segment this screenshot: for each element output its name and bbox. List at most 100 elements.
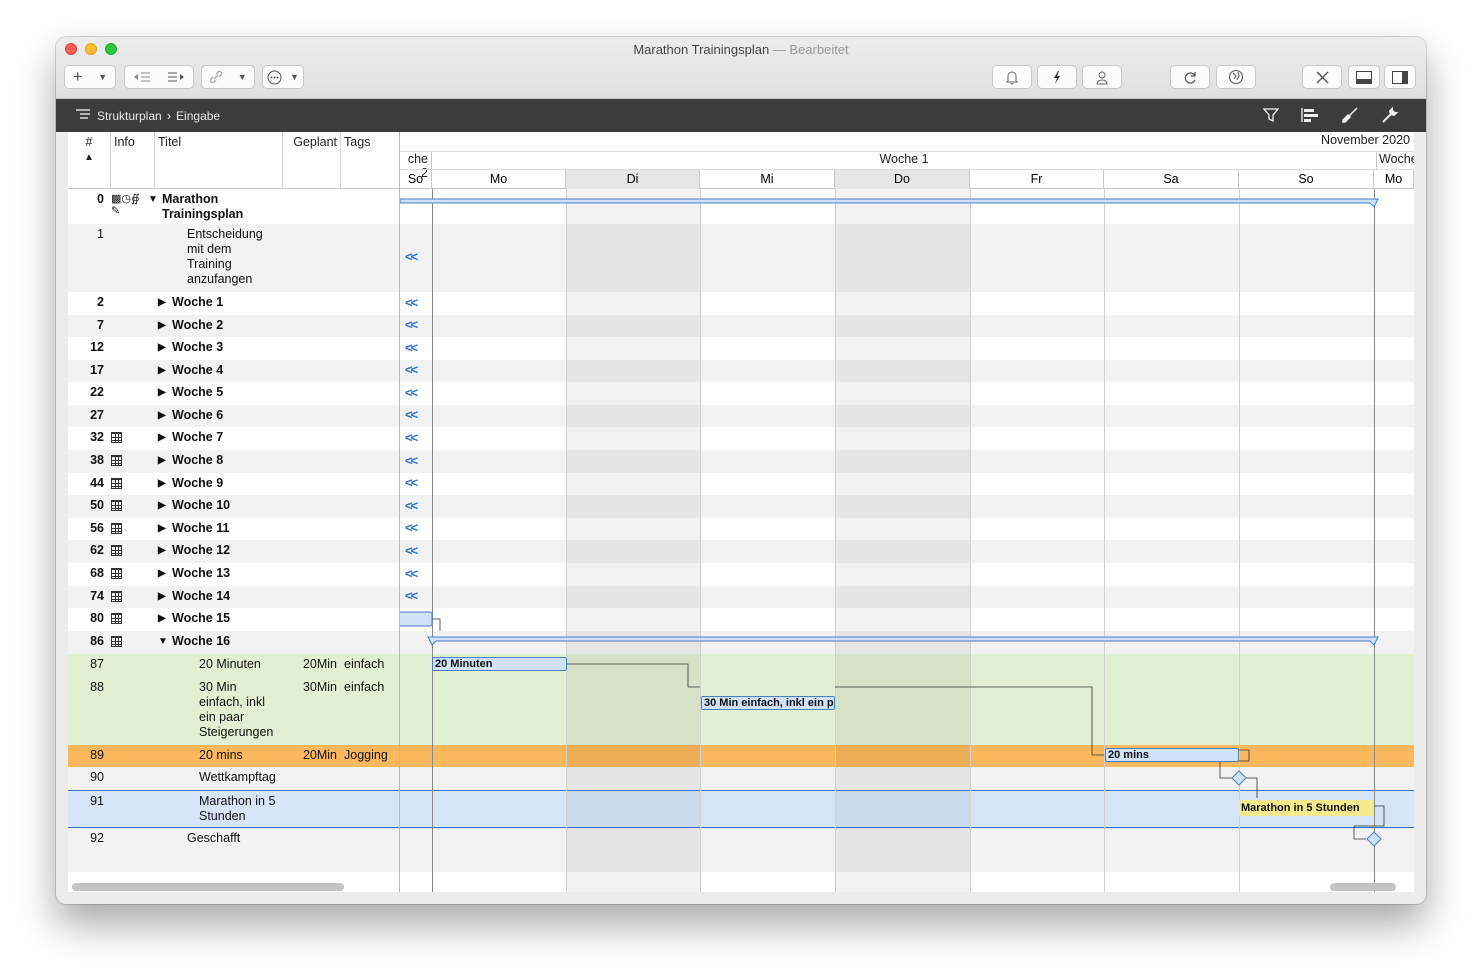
outline-row[interactable]: 0▩◷∯✎▼MarathonTrainingsplan <box>68 189 399 224</box>
outline-row[interactable]: 17▶Woche 4 <box>68 360 399 382</box>
disclosure-collapsed-icon[interactable]: ▶ <box>158 363 168 378</box>
row-planned[interactable]: 20Min <box>283 657 337 671</box>
link-button[interactable]: ▼ <box>201 65 255 89</box>
collapsed-marker-icon[interactable]: << <box>405 249 416 264</box>
style-button[interactable] <box>1299 105 1321 127</box>
outline-row[interactable]: 2▶Woche 1 <box>68 292 399 315</box>
outline-row[interactable]: 56▶Woche 11 <box>68 518 399 540</box>
row-title[interactable]: ▶Woche 4 <box>158 363 223 378</box>
row-title[interactable]: ▶Woche 1 <box>158 295 223 310</box>
outline-row[interactable]: 91Marathon in 5Stunden <box>68 790 399 828</box>
outline-row[interactable]: 8830 Mineinfach, inklein paarSteigerunge… <box>68 677 399 745</box>
inspector-button[interactable] <box>1379 105 1401 127</box>
collapsed-marker-icon[interactable]: << <box>405 588 416 603</box>
row-tags[interactable]: einfach <box>344 657 384 671</box>
indent-group[interactable] <box>124 65 194 89</box>
disclosure-expanded-icon[interactable]: ▼ <box>148 192 158 207</box>
row-title[interactable]: ▶Woche 3 <box>158 340 223 355</box>
row-title[interactable]: Geschafft <box>187 831 240 846</box>
row-title[interactable]: ▶Woche 10 <box>158 498 230 513</box>
disclosure-expanded-icon[interactable]: ▼ <box>158 634 168 649</box>
disclosure-collapsed-icon[interactable]: ▶ <box>158 340 168 355</box>
row-title[interactable]: Wettkampftag <box>199 770 276 785</box>
outline-row[interactable]: 50▶Woche 10 <box>68 495 399 518</box>
disclosure-collapsed-icon[interactable]: ▶ <box>158 543 168 558</box>
row-title[interactable]: ▶Woche 7 <box>158 430 223 445</box>
disclosure-collapsed-icon[interactable]: ▶ <box>158 611 168 626</box>
collapsed-marker-icon[interactable]: << <box>405 385 416 400</box>
row-title[interactable]: 30 Mineinfach, inklein paarSteigerungen <box>199 680 273 740</box>
collapsed-marker-icon[interactable]: << <box>405 566 416 581</box>
outline-row[interactable]: 38▶Woche 8 <box>68 450 399 473</box>
collapsed-marker-icon[interactable]: << <box>405 453 416 468</box>
collapsed-marker-icon[interactable]: << <box>405 317 416 332</box>
column-planned[interactable]: Geplant <box>283 132 341 189</box>
row-title[interactable]: ▼MarathonTrainingsplan <box>148 192 243 222</box>
disclosure-collapsed-icon[interactable]: ▶ <box>158 295 168 310</box>
gantt-horizontal-scrollbar[interactable] <box>1330 883 1396 891</box>
column-title[interactable]: Titel <box>155 132 283 189</box>
toggle-bottom-panel-button[interactable] <box>1348 65 1380 89</box>
share-button[interactable] <box>1216 65 1256 89</box>
outline-row[interactable]: 86▼Woche 16 <box>68 631 399 654</box>
outline-row[interactable]: 8720 Minuten20Mineinfach <box>68 654 399 677</box>
collapsed-marker-icon[interactable]: << <box>405 520 416 535</box>
row-title[interactable]: ▶Woche 8 <box>158 453 223 468</box>
collapsed-marker-icon[interactable]: << <box>405 362 416 377</box>
row-title[interactable]: ▶Woche 11 <box>158 521 229 536</box>
outline-row[interactable]: 74▶Woche 14 <box>68 586 399 608</box>
quick-action-button[interactable] <box>1037 65 1077 89</box>
collapsed-marker-icon[interactable]: << <box>405 475 416 490</box>
row-title[interactable]: Entscheidungmit demTraininganzufangen <box>187 227 263 287</box>
collapsed-marker-icon[interactable]: << <box>405 543 416 558</box>
outline-row[interactable]: 90Wettkampftag <box>68 767 399 790</box>
disclosure-collapsed-icon[interactable]: ▶ <box>158 430 168 445</box>
indent-icon[interactable] <box>167 71 185 83</box>
row-tags[interactable]: Jogging <box>344 748 388 762</box>
row-title[interactable]: ▼Woche 16 <box>158 634 230 649</box>
row-title[interactable]: ▶Woche 6 <box>158 408 223 423</box>
column-number[interactable]: #▲ <box>68 132 111 189</box>
outline-row[interactable]: 7▶Woche 2 <box>68 315 399 337</box>
outline-row[interactable]: 80▶Woche 15 <box>68 608 399 631</box>
add-item-button[interactable]: + ▼ <box>64 65 116 89</box>
filter-button[interactable] <box>1260 105 1282 127</box>
breadcrumb-mode[interactable]: Eingabe <box>176 109 220 123</box>
outline-row[interactable]: 68▶Woche 13 <box>68 563 399 586</box>
task-bar[interactable]: 20 Minuten <box>432 657 567 671</box>
notification-button[interactable] <box>992 65 1032 89</box>
disclosure-collapsed-icon[interactable]: ▶ <box>158 453 168 468</box>
disclosure-collapsed-icon[interactable]: ▶ <box>158 476 168 491</box>
outline-horizontal-scrollbar[interactable] <box>72 883 344 891</box>
row-planned[interactable]: 30Min <box>283 680 337 694</box>
sync-button[interactable] <box>1170 65 1210 89</box>
outline-row[interactable]: 27▶Woche 6 <box>68 405 399 427</box>
row-planned[interactable]: 20Min <box>283 748 337 762</box>
disclosure-collapsed-icon[interactable]: ▶ <box>158 589 168 604</box>
row-title[interactable]: ▶Woche 14 <box>158 589 230 604</box>
disclosure-collapsed-icon[interactable]: ▶ <box>158 521 168 536</box>
outline-row[interactable]: 44▶Woche 9 <box>68 473 399 495</box>
collapsed-marker-icon[interactable]: << <box>405 295 416 310</box>
outline-row[interactable]: 8920 mins20MinJogging <box>68 745 399 767</box>
disclosure-collapsed-icon[interactable]: ▶ <box>158 498 168 513</box>
task-bar[interactable]: Marathon in 5 Stunden <box>1239 800 1374 816</box>
row-title[interactable]: ▶Woche 2 <box>158 318 223 333</box>
disclosure-collapsed-icon[interactable]: ▶ <box>158 318 168 333</box>
outline-row[interactable]: 22▶Woche 5 <box>68 382 399 405</box>
column-tags[interactable]: Tags <box>341 132 400 189</box>
row-tags[interactable]: einfach <box>344 680 384 694</box>
row-title[interactable]: ▶Woche 9 <box>158 476 223 491</box>
outline-row[interactable]: 1Entscheidungmit demTraininganzufangen <box>68 224 399 292</box>
column-info[interactable]: Info <box>111 132 155 189</box>
paint-button[interactable] <box>1339 105 1361 127</box>
more-actions-button[interactable]: ▼ <box>262 65 304 89</box>
outline-row[interactable]: 92Geschafft <box>68 828 399 850</box>
outdent-icon[interactable] <box>133 71 151 83</box>
outline-row[interactable]: 12▶Woche 3 <box>68 337 399 360</box>
task-bar[interactable]: 30 Min einfach, inkl ein paar Steigerung… <box>701 696 835 710</box>
row-title[interactable]: Marathon in 5Stunden <box>199 794 275 824</box>
collapsed-marker-icon[interactable]: << <box>405 407 416 422</box>
collapsed-marker-icon[interactable]: << <box>405 430 416 445</box>
breadcrumb-view[interactable]: Strukturplan <box>97 109 162 123</box>
